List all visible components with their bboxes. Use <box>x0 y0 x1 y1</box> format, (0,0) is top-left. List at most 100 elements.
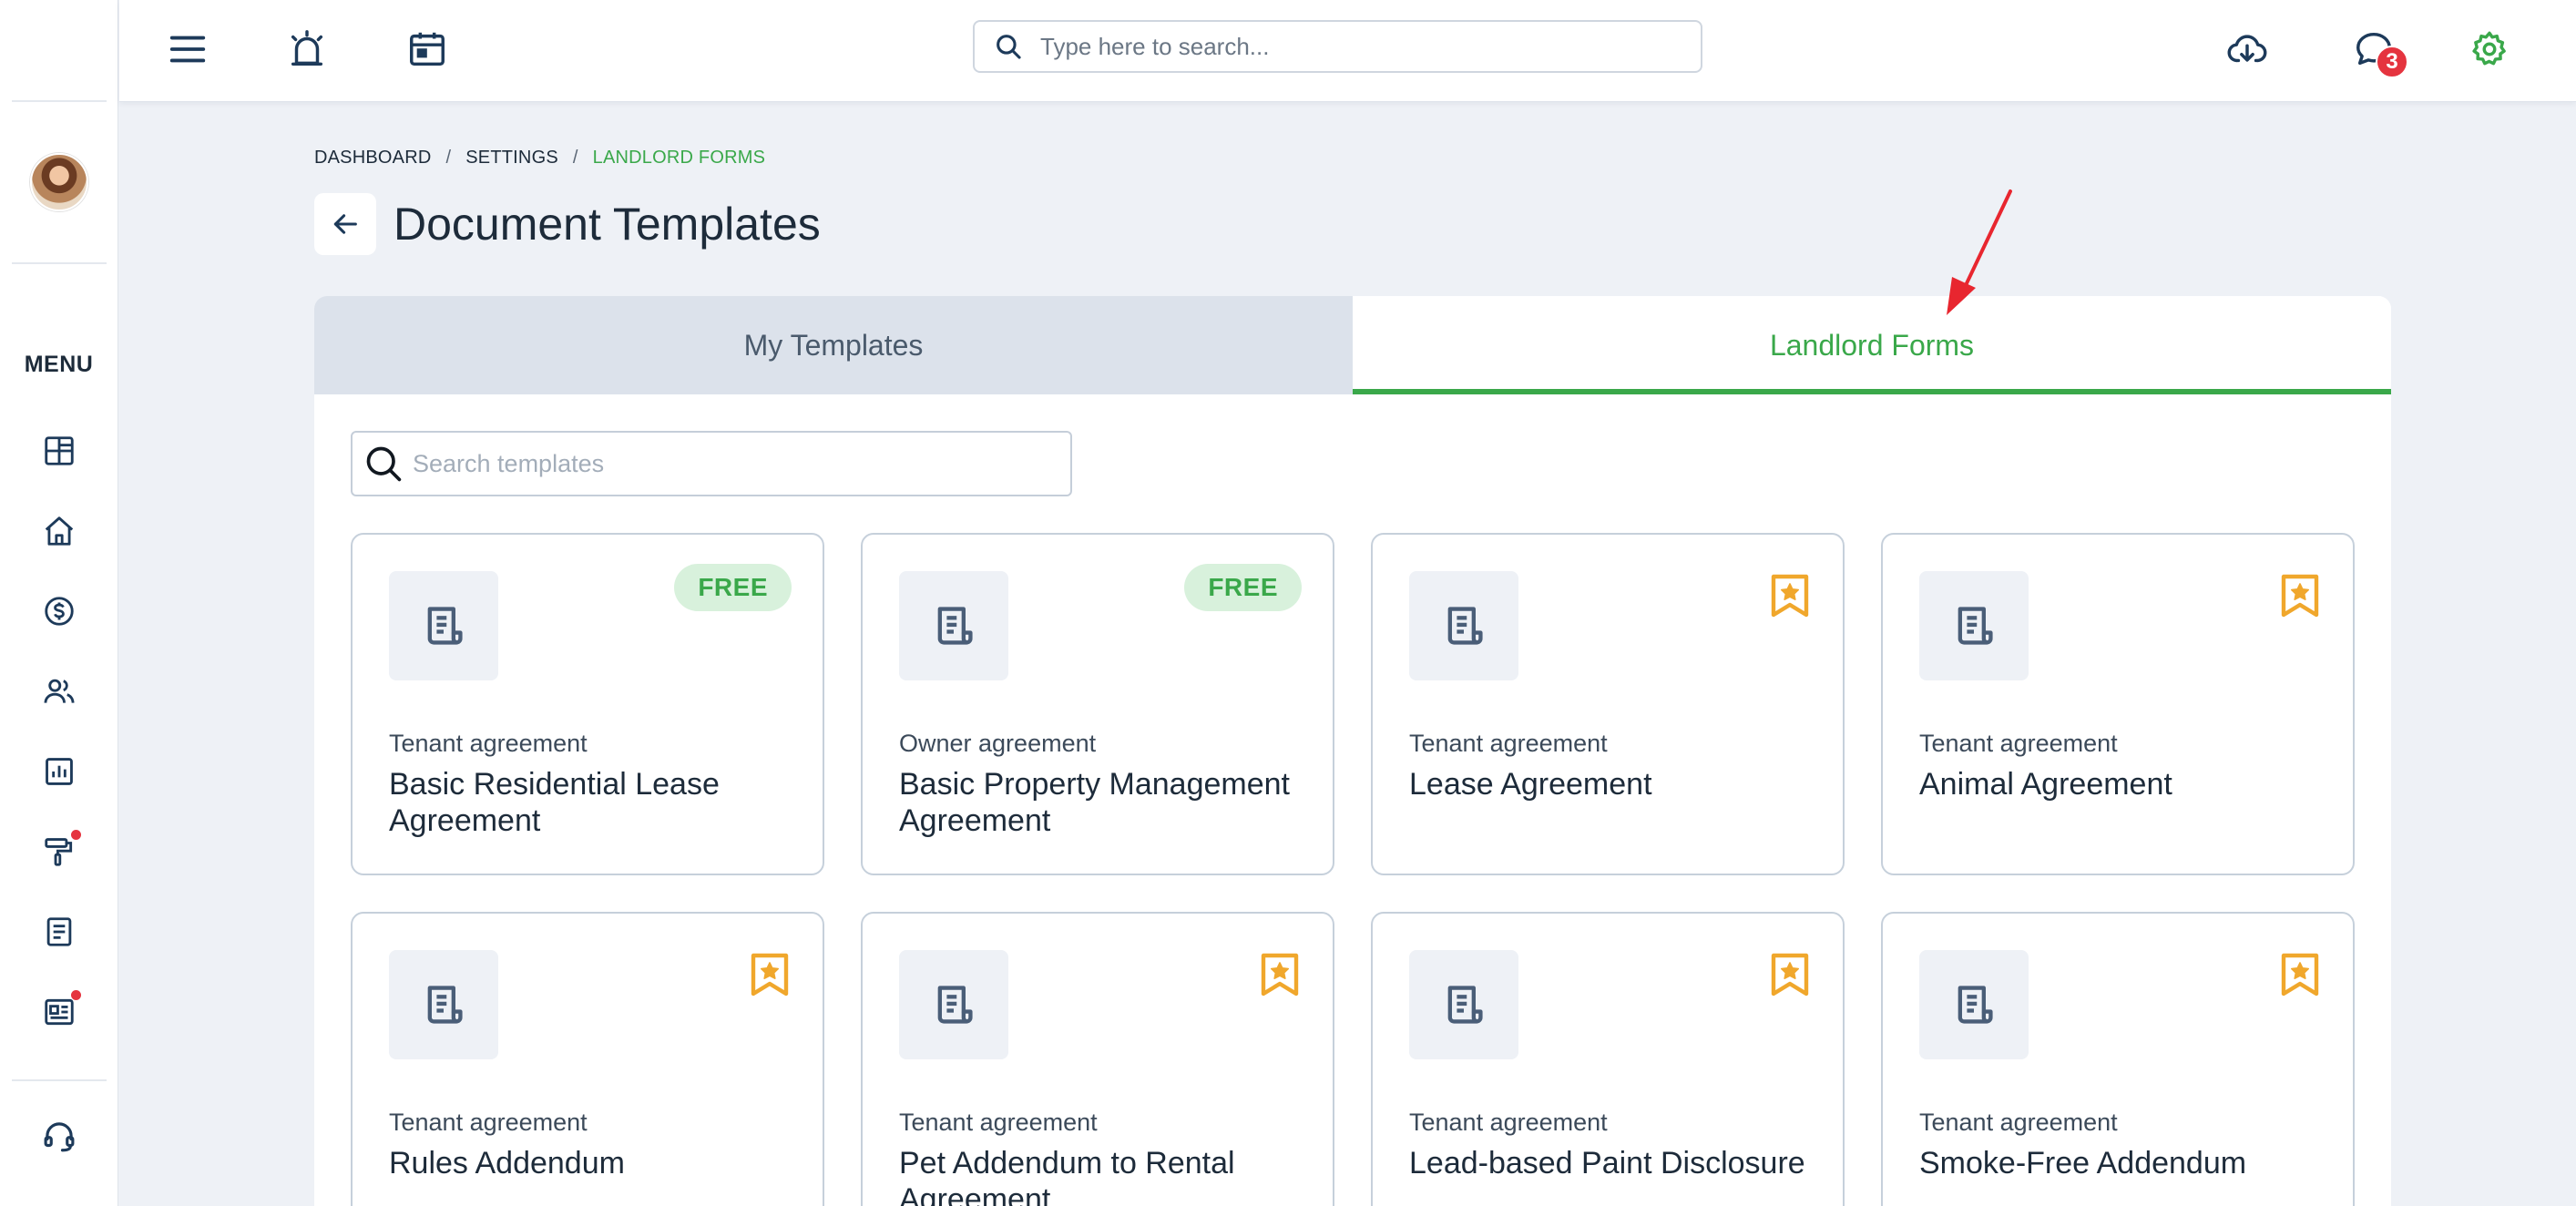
breadcrumb-separator: / <box>572 148 578 168</box>
download-button[interactable] <box>2220 22 2274 77</box>
tab-landlord-forms[interactable]: Landlord Forms <box>1353 296 2391 394</box>
templates-panel: My Templates Landlord Forms FREE Tenant … <box>314 296 2391 1206</box>
template-doc-tile <box>1919 950 2029 1059</box>
template-category: Tenant agreement <box>1919 730 2118 757</box>
tab-bar: My Templates Landlord Forms <box>314 296 2391 394</box>
sidebar-item-communications[interactable] <box>32 972 87 1052</box>
sidebar-item-dashboard[interactable] <box>32 411 87 491</box>
document-scroll-icon <box>1447 607 1483 645</box>
template-grid: FREE Tenant agreement Basic Residential … <box>351 533 2355 1206</box>
template-card[interactable]: Tenant agreement Lead-based Paint Disclo… <box>1371 912 1845 1206</box>
sidebar-item-properties[interactable] <box>32 491 87 571</box>
avatar-area <box>11 102 107 264</box>
breadcrumb-dashboard[interactable]: DASHBOARD <box>314 148 432 169</box>
sidebar-item-maintenance[interactable] <box>32 812 87 892</box>
sidebar-logo-area <box>11 0 107 102</box>
bookmark-star-icon[interactable] <box>2280 952 2320 997</box>
template-card[interactable]: FREE Tenant agreement Basic Residential … <box>351 533 824 875</box>
document-icon <box>46 917 71 946</box>
sidebar: MENU <box>0 0 118 1206</box>
menu-button[interactable] <box>160 22 215 77</box>
settings-button[interactable] <box>2462 22 2517 77</box>
template-search-input[interactable] <box>413 449 1050 478</box>
template-doc-tile <box>1919 571 2029 680</box>
sidebar-item-accounting[interactable] <box>32 571 87 651</box>
bookmark-star-icon[interactable] <box>1260 952 1300 997</box>
template-doc-tile <box>1409 571 1518 680</box>
newspaper-icon <box>44 998 74 1026</box>
template-category: Tenant agreement <box>899 1109 1098 1136</box>
sidebar-nav <box>32 411 87 1052</box>
template-category: Tenant agreement <box>1409 1109 1608 1136</box>
template-title: Lead-based Paint Disclosure <box>1409 1146 1805 1180</box>
breadcrumb: DASHBOARD / SETTINGS / LANDLORD FORMS <box>314 148 765 169</box>
template-title: Rules Addendum <box>389 1146 625 1180</box>
template-doc-tile <box>1409 950 1518 1059</box>
download-cloud-icon <box>2227 35 2267 63</box>
calendar-button[interactable] <box>400 22 455 77</box>
top-bar: 3 <box>119 0 2576 102</box>
headset-icon <box>44 1122 74 1152</box>
document-scroll-icon <box>1447 986 1483 1024</box>
template-card[interactable]: Tenant agreement Animal Agreement <box>1881 533 2355 875</box>
template-category: Tenant agreement <box>1919 1109 2118 1136</box>
template-title: Pet Addendum to Rental Agreement <box>899 1146 1235 1206</box>
document-scroll-icon <box>937 607 973 645</box>
bookmark-star-icon[interactable] <box>1770 573 1810 618</box>
avatar[interactable] <box>29 153 88 211</box>
template-title: Animal Agreement <box>1919 767 2172 802</box>
sidebar-item-people[interactable] <box>32 651 87 731</box>
page-title: Document Templates <box>394 199 821 250</box>
users-icon <box>44 679 74 703</box>
template-card[interactable]: Tenant agreement Rules Addendum <box>351 912 824 1206</box>
alarm-icon <box>291 30 323 66</box>
document-scroll-icon <box>1958 986 1993 1024</box>
dashboard-icon <box>44 436 74 465</box>
template-category: Tenant agreement <box>389 730 588 757</box>
free-badge: FREE <box>1184 564 1302 611</box>
free-badge: FREE <box>674 564 792 611</box>
breadcrumb-settings[interactable]: SETTINGS <box>465 148 558 169</box>
sidebar-item-reports[interactable] <box>32 731 87 812</box>
home-icon <box>45 516 73 546</box>
global-search[interactable] <box>973 20 1702 73</box>
sidebar-item-documents[interactable] <box>32 892 87 972</box>
breadcrumb-separator: / <box>445 148 452 168</box>
search-icon <box>366 446 402 482</box>
back-button[interactable] <box>314 193 376 255</box>
template-search[interactable] <box>351 431 1072 496</box>
menu-icon <box>169 36 206 63</box>
template-doc-tile <box>899 571 1008 680</box>
bookmark-star-icon[interactable] <box>750 952 790 997</box>
paint-roller-icon <box>44 838 72 866</box>
document-scroll-icon <box>937 986 973 1024</box>
messages-button[interactable]: 3 <box>2346 22 2408 78</box>
template-category: Tenant agreement <box>1409 730 1608 757</box>
template-category: Owner agreement <box>899 730 1097 757</box>
support-button[interactable] <box>32 1109 87 1163</box>
bookmark-star-icon[interactable] <box>1770 952 1810 997</box>
template-title: Basic Residential Lease Agreement <box>389 767 720 838</box>
template-card[interactable]: FREE Owner agreement Basic Property Mana… <box>861 533 1334 875</box>
sidebar-divider <box>11 1079 107 1081</box>
notification-dot <box>70 990 81 1000</box>
template-card[interactable]: Tenant agreement Lease Agreement <box>1371 533 1845 875</box>
breadcrumb-current: LANDLORD FORMS <box>592 148 766 168</box>
global-search-input[interactable] <box>1040 32 1678 61</box>
gear-icon <box>2472 31 2506 66</box>
search-icon <box>997 35 1021 59</box>
template-doc-tile <box>899 950 1008 1059</box>
bookmark-star-icon[interactable] <box>2280 573 2320 618</box>
document-scroll-icon <box>427 986 463 1024</box>
template-title: Lease Agreement <box>1409 767 1652 802</box>
template-category: Tenant agreement <box>389 1109 588 1136</box>
template-doc-tile <box>389 950 498 1059</box>
template-card[interactable]: Tenant agreement Smoke-Free Addendum <box>1881 912 2355 1206</box>
document-scroll-icon <box>1958 607 1993 645</box>
tab-my-templates[interactable]: My Templates <box>314 296 1353 394</box>
template-card[interactable]: Tenant agreement Pet Addendum to Rental … <box>861 912 1334 1206</box>
alarm-button[interactable] <box>280 22 334 77</box>
notification-dot <box>70 830 81 840</box>
template-doc-tile <box>389 571 498 680</box>
reports-icon <box>45 758 73 785</box>
